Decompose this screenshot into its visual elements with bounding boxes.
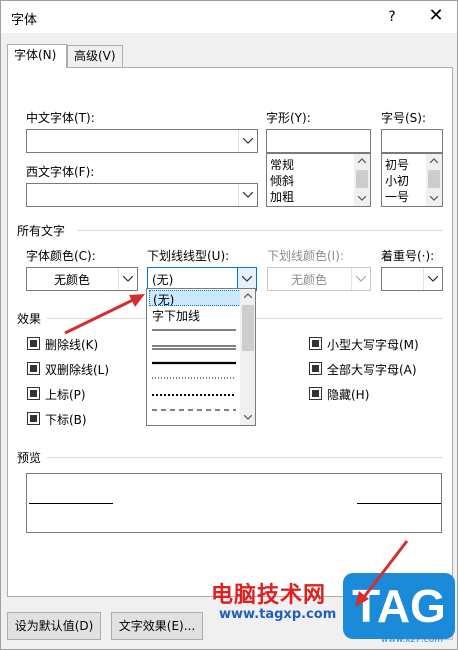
checkbox-all-caps[interactable]: 全部大写字母(A) (309, 360, 439, 378)
western-font-label: 西文字体(F): (26, 165, 95, 179)
dropdown-option-double[interactable] (149, 339, 241, 355)
checkbox-hidden[interactable]: 隐藏(H) (309, 385, 439, 403)
chevron-down-icon[interactable] (238, 130, 257, 152)
western-font-combo[interactable] (26, 183, 258, 207)
underline-color-combo[interactable]: 无颜色 (267, 267, 371, 291)
scroll-down-icon[interactable] (426, 192, 442, 206)
preview-baseline-left (29, 503, 113, 504)
font-dialog: 字体 ? ✕ 字体(N) 高级(V) 中文字体(T): 西文字体(F): 字形(… (0, 0, 458, 650)
dropdown-option-single[interactable] (149, 323, 241, 339)
scrollbar[interactable] (240, 289, 255, 425)
section-divider (47, 457, 443, 458)
scroll-down-icon[interactable] (354, 192, 370, 206)
checkbox-subscript[interactable]: 下标(B) (27, 410, 137, 428)
font-size-input[interactable] (381, 129, 443, 153)
chevron-down-icon[interactable] (238, 184, 257, 206)
help-button[interactable]: ? (379, 5, 405, 29)
underline-color-label: 下划线颜色(I): (267, 249, 344, 263)
text-effects-button[interactable]: 文字效果(E)... (111, 612, 203, 640)
chinese-font-label: 中文字体(T): (26, 111, 95, 125)
dropdown-option-none[interactable]: (无) (149, 290, 241, 307)
preview-section-label: 预览 (17, 451, 42, 465)
font-size-label: 字号(S): (381, 111, 427, 125)
watermark-url: www.tagxp.com (219, 607, 337, 622)
scroll-up-icon[interactable] (426, 154, 442, 168)
dropdown-option-dotted[interactable] (149, 387, 241, 403)
annotation-arrow-icon (355, 540, 409, 607)
title-bar: 字体 ? ✕ (1, 1, 457, 33)
chevron-down-icon[interactable] (351, 268, 370, 290)
list-item[interactable]: 一号 (385, 188, 409, 205)
scroll-down-icon[interactable] (240, 411, 255, 425)
list-item[interactable]: 初号 (385, 156, 409, 173)
watermark-small-url: www.xz7.com (381, 635, 443, 645)
dialog-title: 字体 (11, 13, 38, 28)
dropdown-option-words-only[interactable]: 字下加线 (149, 307, 241, 323)
watermark-text: 电脑技术网 (211, 583, 327, 608)
chevron-down-icon[interactable] (423, 268, 442, 290)
font-size-list[interactable]: 初号 小初 一号 (381, 153, 443, 207)
scroll-up-icon[interactable] (354, 154, 370, 168)
list-item[interactable]: 小初 (385, 172, 409, 189)
close-button[interactable]: ✕ (421, 5, 451, 29)
annotation-arrow-icon (64, 294, 145, 335)
checkbox-small-caps[interactable]: 小型大写字母(M) (309, 335, 439, 353)
preview-baseline-right (357, 503, 441, 504)
checkbox-strikethrough[interactable]: 删除线(K) (27, 335, 137, 353)
font-style-label: 字形(Y): (266, 111, 311, 125)
all-text-section-label: 所有文字 (17, 224, 66, 238)
list-item[interactable]: 常规 (270, 156, 294, 173)
dropdown-option-thick[interactable] (149, 355, 241, 371)
scroll-thumb[interactable] (428, 170, 440, 188)
effects-section-label: 效果 (17, 312, 42, 326)
list-item[interactable]: 倾斜 (270, 172, 294, 189)
set-default-button[interactable]: 设为默认值(D) (7, 612, 101, 640)
dropdown-option-dashed[interactable] (149, 403, 241, 419)
scrollbar[interactable] (354, 154, 370, 206)
chevron-down-icon[interactable] (118, 268, 137, 290)
section-divider (77, 230, 443, 231)
scroll-thumb[interactable] (242, 305, 254, 351)
font-style-input[interactable] (266, 129, 371, 153)
scroll-up-icon[interactable] (240, 289, 255, 303)
scroll-thumb[interactable] (356, 170, 368, 188)
font-style-list[interactable]: 常规 倾斜 加粗 (266, 153, 371, 207)
emphasis-mark-combo[interactable] (381, 267, 443, 291)
checkbox-superscript[interactable]: 上标(P) (27, 385, 137, 403)
tab-font[interactable]: 字体(N) (7, 44, 67, 68)
font-color-combo[interactable]: 无颜色 (26, 267, 138, 291)
tab-advanced[interactable]: 高级(V) (67, 45, 123, 67)
font-color-label: 字体颜色(C): (26, 249, 96, 263)
underline-type-label: 下划线线型(U): (147, 249, 230, 263)
chinese-font-combo[interactable] (26, 129, 258, 153)
emphasis-mark-label: 着重号(·): (381, 249, 435, 263)
dropdown-option-dotted-fine[interactable] (149, 371, 241, 387)
checkbox-double-strikethrough[interactable]: 双删除线(L) (27, 360, 137, 378)
scrollbar[interactable] (426, 154, 442, 206)
list-item[interactable]: 加粗 (270, 188, 294, 205)
underline-type-dropdown[interactable]: (无) 字下加线 (146, 288, 256, 426)
preview-box (26, 473, 442, 533)
